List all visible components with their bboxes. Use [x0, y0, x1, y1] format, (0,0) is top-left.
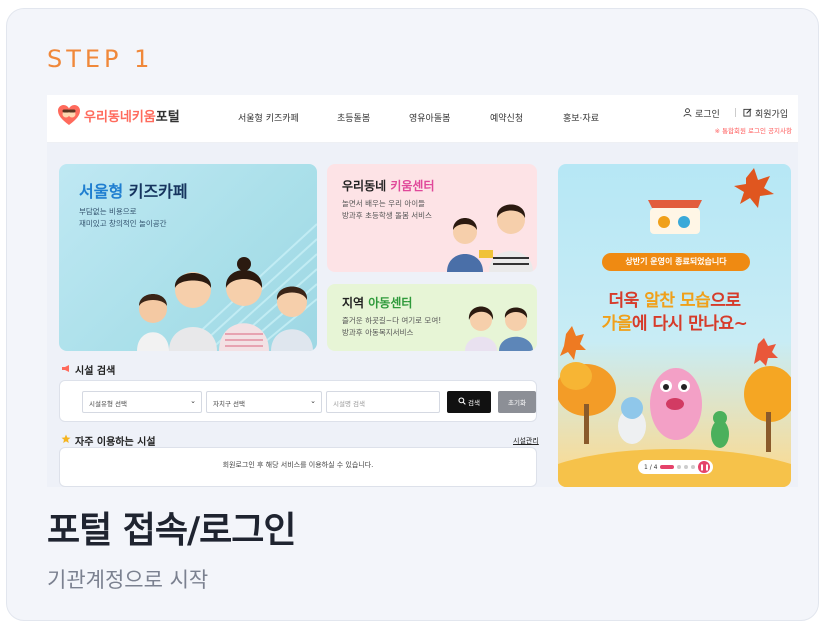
- banner-line2-b: 에 다시 만나요~: [631, 314, 748, 334]
- event-banner[interactable]: 상반기 운영이 종료되었습니다 더욱 알찬 모습으로 가을에 다시 만나요~ 1…: [558, 164, 791, 487]
- banner-line1-b: 알찬 모습: [644, 291, 711, 311]
- signup-label: 회원가입: [755, 110, 789, 120]
- nav-reservation[interactable]: 예약신청: [490, 111, 523, 124]
- megaphone-icon: [61, 364, 71, 376]
- child-kids-photo: [465, 306, 533, 351]
- favorites-message: 회원로그인 후 해당 서비스를 이용하실 수 있습니다.: [222, 461, 374, 469]
- nav-elementary-care[interactable]: 초등돌봄: [337, 111, 370, 124]
- kium-title-a: 우리동네: [342, 179, 391, 193]
- portal-screenshot: 우리동네키움포털 서울형 키즈카페 초등돌봄 영유아돌봄 예약신청 홍보·자료 …: [47, 95, 798, 487]
- facility-search-title: 시설 검색: [61, 362, 115, 377]
- util-divider: [735, 108, 736, 117]
- search-icon: [458, 397, 466, 407]
- portal-main: 서울형 키즈카페 부담없는 비용으로재미있고 창의적인 놀이공간 우리동네 키움…: [47, 143, 798, 487]
- pager-active[interactable]: [660, 465, 675, 469]
- favorites-box: 회원로그인 후 해당 서비스를 이용하실 수 있습니다.: [59, 447, 537, 487]
- facility-manage-link[interactable]: 시설관리: [513, 436, 539, 446]
- banner-line1-c: 으로: [710, 291, 741, 311]
- facility-type-value: 시설유형 선택: [89, 400, 127, 408]
- step-card: STEP 1 우리동네키움포털 서울형 키즈카페 초등돌봄 영유아돌봄 예약신청…: [6, 8, 819, 621]
- nav-promotion[interactable]: 홍보·자료: [563, 111, 599, 124]
- kidscafe-title-b: 키즈카페: [123, 182, 188, 201]
- pause-icon[interactable]: ❚❚: [698, 461, 711, 473]
- banner-pill: 상반기 운영이 종료되었습니다: [602, 253, 750, 271]
- logo-part2: 키움: [131, 109, 156, 125]
- search-button-label: 검색: [468, 399, 480, 407]
- step-label: STEP 1: [47, 45, 154, 73]
- banner-pager: 1 / 4 ❚❚: [638, 460, 714, 474]
- login-link[interactable]: 로그인: [683, 107, 720, 120]
- signup-link[interactable]: 회원가입: [743, 107, 788, 120]
- kidscafe-logo-emblem: [648, 200, 702, 234]
- logo-part1: 우리동네: [84, 109, 132, 125]
- banner-line2-a: 가을: [601, 314, 633, 334]
- kidscafe-card[interactable]: 서울형 키즈카페 부담없는 비용으로재미있고 창의적인 놀이공간: [59, 164, 317, 351]
- nav-kidscafe[interactable]: 서울형 키즈카페: [238, 111, 299, 124]
- pager-dot[interactable]: [684, 465, 689, 469]
- kium-kids-photo: [447, 204, 533, 272]
- chevron-down-icon: ⌄: [310, 397, 316, 405]
- district-value: 자치구 선택: [213, 400, 245, 408]
- kium-sub2: 방과후 초등학생 돌봄 서비스: [342, 211, 432, 220]
- child-sub2: 방과후 아동복지서비스: [342, 328, 414, 337]
- pager-dot[interactable]: [691, 465, 696, 469]
- banner-line2: 가을에 다시 만나요~: [558, 309, 791, 334]
- pager-count: 1 / 4: [644, 463, 658, 471]
- favorites-label: 자주 이용하는 시설: [75, 437, 156, 448]
- child-title-a: 지역: [342, 296, 369, 310]
- kidscafe-title: 서울형 키즈카페: [79, 178, 188, 202]
- step-title: 포털 접속/로그인: [47, 510, 297, 551]
- banner-line1: 더욱 알찬 모습으로: [558, 286, 791, 311]
- pager-dot[interactable]: [677, 465, 682, 469]
- banner-line1-a: 더욱: [608, 291, 645, 311]
- facility-name-input[interactable]: 시설명 검색: [326, 391, 440, 413]
- portal-logo[interactable]: 우리동네키움포털: [57, 104, 180, 126]
- kidscafe-sub2: 재미있고 창의적인 놀이공간: [79, 219, 167, 228]
- kids-photo: [137, 257, 313, 351]
- heart-logo-icon: [57, 104, 81, 126]
- star-icon: [61, 434, 71, 447]
- kium-sub1: 놀면서 배우는 우리 아이들: [342, 199, 426, 208]
- kidscafe-sub: 부담없는 비용으로재미있고 창의적인 놀이공간: [79, 206, 167, 230]
- child-title: 지역 아동센터: [342, 294, 412, 311]
- chevron-down-icon: ⌄: [190, 397, 196, 405]
- kidscafe-title-a: 서울형: [79, 182, 124, 201]
- facility-search-label: 시설 검색: [75, 366, 116, 377]
- facility-search-box: 시설유형 선택 ⌄ 자치구 선택 ⌄ 시설명 검색 검색 초기화: [59, 380, 537, 422]
- reset-button[interactable]: 초기화: [498, 391, 536, 413]
- portal-header: 우리동네키움포털 서울형 키즈카페 초등돌봄 영유아돌봄 예약신청 홍보·자료 …: [47, 95, 798, 143]
- logo-part3: 포털: [155, 109, 180, 125]
- kium-sub: 놀면서 배우는 우리 아이들방과후 초등학생 돌봄 서비스: [342, 198, 432, 222]
- user-icon: [683, 107, 692, 120]
- kidscafe-sub1: 부담없는 비용으로: [79, 207, 137, 216]
- login-label: 로그인: [695, 110, 720, 120]
- facility-type-select[interactable]: 시설유형 선택 ⌄: [82, 391, 202, 413]
- child-sub: 즐거운 하굣길~다 여기로 모여! 방과후 아동복지서비스: [342, 315, 441, 339]
- child-title-b: 아동센터: [368, 296, 413, 310]
- favorites-title: 자주 이용하는 시설: [61, 433, 156, 448]
- login-notice-link[interactable]: ※ 통합회원 로그인 공지사항: [715, 125, 792, 135]
- child-sub1: 즐거운 하굣길~다 여기로 모여!: [342, 316, 442, 325]
- edit-icon: [743, 108, 752, 120]
- logo-text: 우리동네키움포털: [84, 106, 180, 125]
- nav-infant-care[interactable]: 영유아돌봄: [409, 111, 450, 124]
- search-button[interactable]: 검색: [447, 391, 491, 413]
- child-center-card[interactable]: 지역 아동센터 즐거운 하굣길~다 여기로 모여! 방과후 아동복지서비스: [327, 284, 537, 351]
- kium-title: 우리동네 키움센터: [342, 177, 435, 194]
- kium-center-card[interactable]: 우리동네 키움센터 놀면서 배우는 우리 아이들방과후 초등학생 돌봄 서비스: [327, 164, 537, 272]
- step-description: 기관계정으로 시작: [47, 568, 209, 592]
- kium-title-b: 키움센터: [390, 179, 435, 193]
- district-select[interactable]: 자치구 선택 ⌄: [206, 391, 322, 413]
